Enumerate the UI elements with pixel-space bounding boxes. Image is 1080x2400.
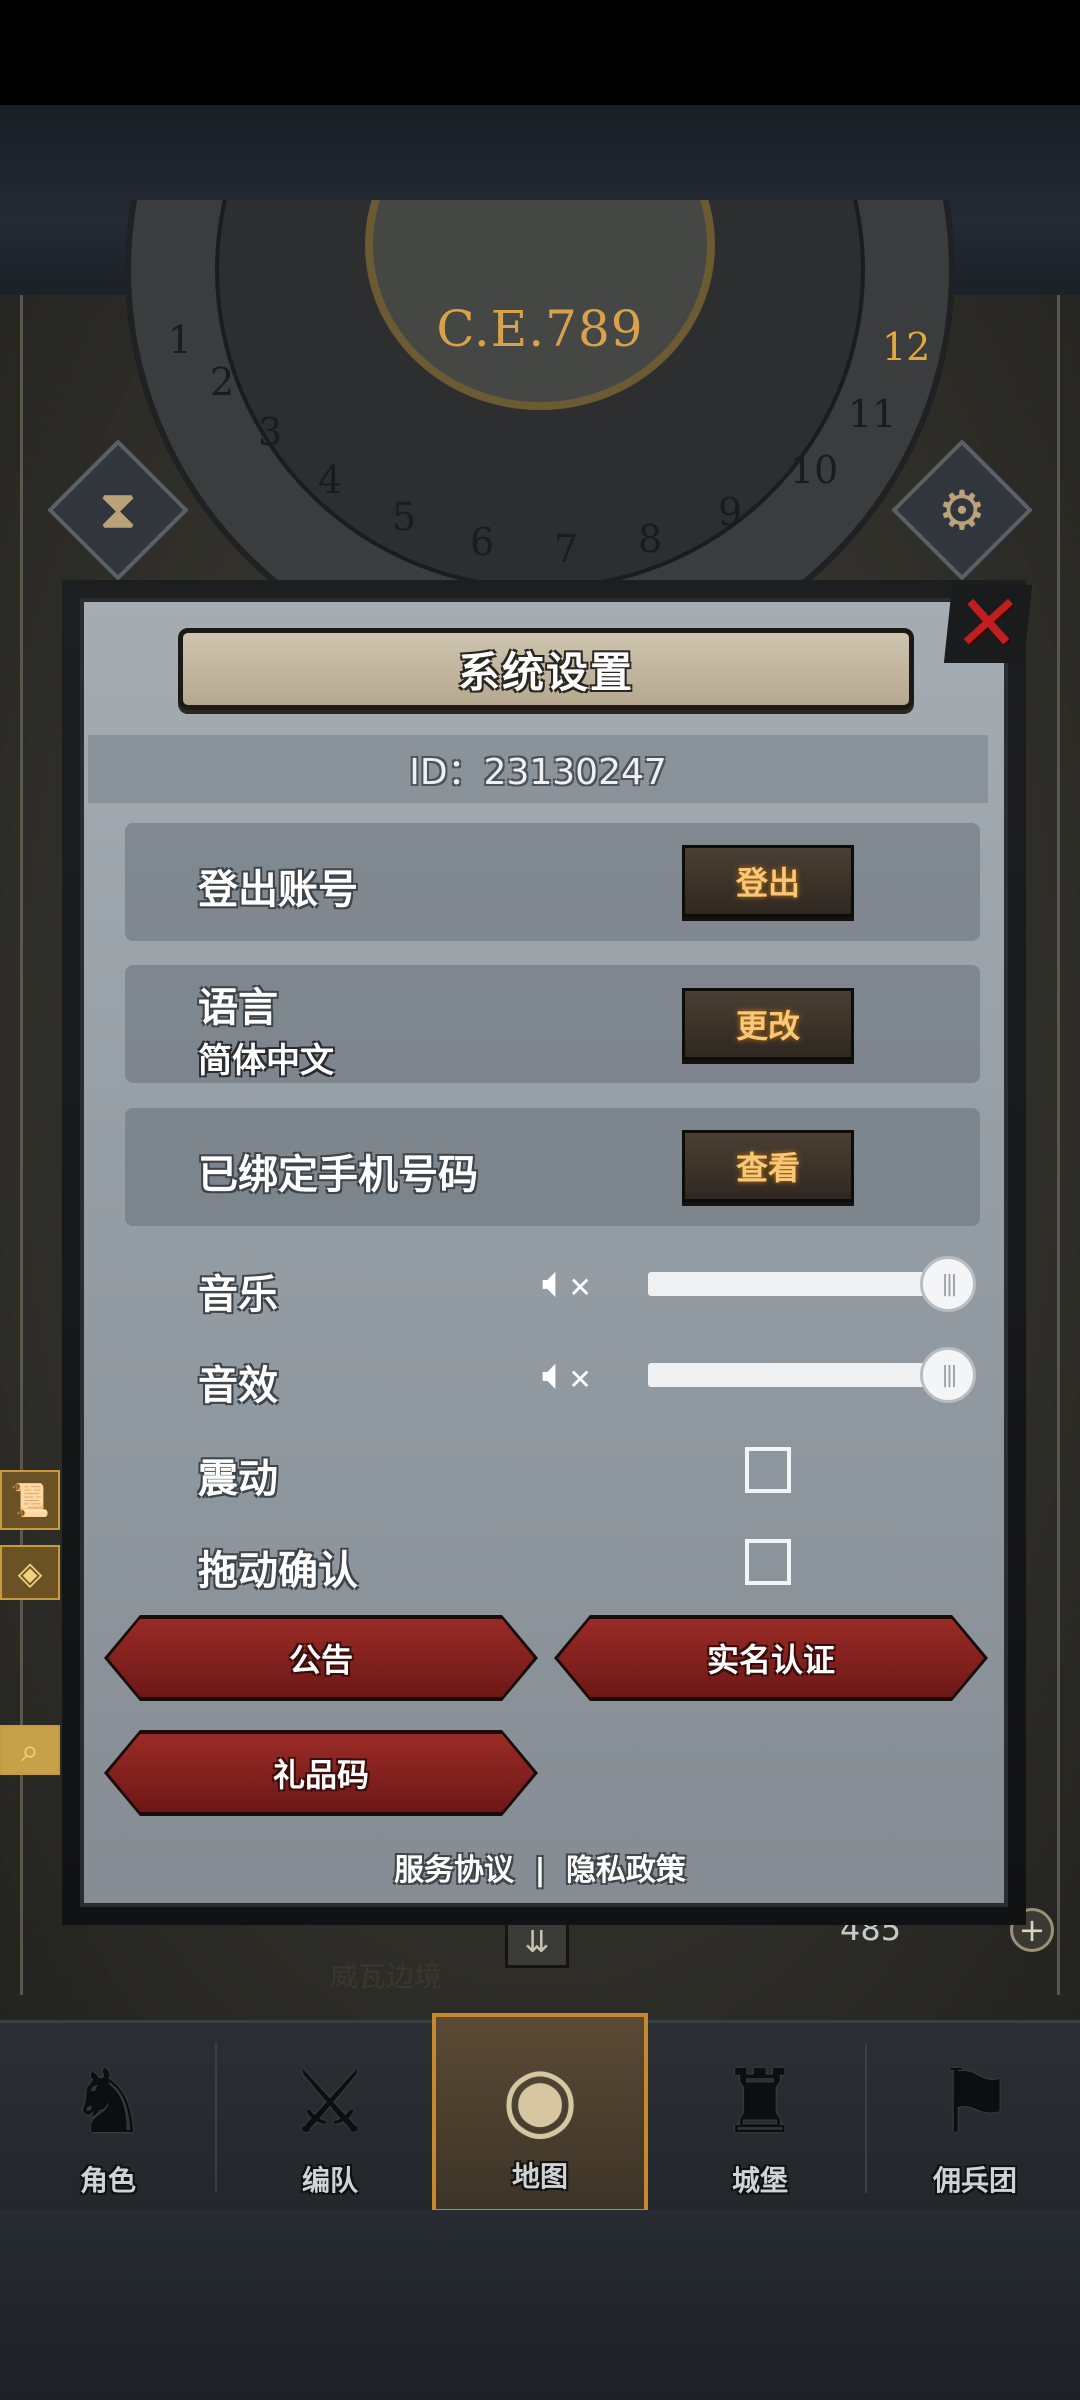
banner-flag-icon: ⚑ [935,2050,1015,2153]
dialog-title: 系统设置 [457,647,634,697]
terms-link[interactable]: 服务协议 [394,1853,514,1888]
player-id-bar: ID：23130247 [88,735,988,803]
dialog-title-banner: 系统设置 [178,628,914,710]
announcement-label: 公告 [288,1641,353,1679]
nav-label: 角色 [79,2164,136,2197]
vibrate-label: 震动 [198,1456,278,1502]
nav-divider [215,2043,217,2193]
nav-label: 地图 [511,2160,568,2193]
close-button[interactable]: ✕ [943,579,1033,669]
gift-code-label: 礼品码 [272,1756,369,1794]
sound-slider[interactable] [648,1363,948,1387]
gear-icon: ⚙ [937,478,987,542]
collapse-button[interactable]: ⇊ [505,1918,569,1968]
nav-label: 编队 [301,2164,358,2197]
sound-slider-thumb[interactable]: ||| [920,1347,976,1403]
region-name: 威瓦边境 [330,1960,443,1993]
logout-button-label: 登出 [735,864,800,902]
nav-item-character[interactable]: ♞ 角色 [8,2023,208,2213]
month-4: 4 [318,458,343,502]
bottom-navigation: ♞ 角色 ⚔ 编队 ◉ 地图 ♜ 城堡 ⚑ 佣兵团 [0,2013,1080,2213]
nav-item-map[interactable]: ◉ 地图 [432,2013,648,2213]
logout-label: 登出账号 [198,867,358,913]
vibrate-checkbox[interactable] [745,1447,791,1493]
nav-label: 城堡 [731,2164,788,2197]
castle-icon: ♜ [720,2050,800,2153]
real-name-label: 实名认证 [706,1641,835,1679]
month-11: 11 [848,392,897,436]
footer-separator: | [534,1853,546,1888]
change-language-label: 更改 [735,1007,800,1045]
nav-item-mercenary[interactable]: ⚑ 佣兵团 [875,2023,1075,2213]
month-10: 10 [790,448,839,492]
month-2: 2 [210,360,235,404]
month-6: 6 [470,520,495,564]
month-3: 3 [258,410,283,454]
month-5: 5 [392,495,417,539]
status-bar [0,0,1080,105]
month-1: 1 [168,318,193,362]
knight-helmet-icon: ♞ [68,2050,148,2153]
drag-confirm-checkbox[interactable] [745,1539,791,1585]
logout-button[interactable]: 登出 [682,845,854,917]
globe-map-icon: ◉ [501,2046,579,2149]
nav-item-squad[interactable]: ⚔ 编队 [230,2023,430,2213]
close-icon: ✕ [950,579,1026,669]
scroll-icon[interactable]: 📜 [0,1470,60,1530]
bottom-safe-area [0,2210,1080,2400]
change-language-button[interactable]: 更改 [682,988,854,1060]
player-id: ID：23130247 [409,752,667,793]
language-value: 简体中文 [198,1041,334,1081]
nav-divider [865,2043,867,2193]
view-phone-button[interactable]: 查看 [682,1130,854,1202]
footer-links: 服务协议 | 隐私政策 [0,1845,1080,1889]
month-9: 9 [718,490,743,534]
music-slider[interactable] [648,1272,948,1296]
view-phone-label: 查看 [735,1149,800,1187]
search-icon[interactable]: ⌕ [0,1725,60,1775]
hourglass-icon: ⧗ [99,478,137,541]
music-slider-thumb[interactable]: ||| [920,1256,976,1312]
gift-code-button[interactable]: 礼品码 [108,1734,534,1812]
nav-label: 佣兵团 [932,2164,1017,2197]
music-label: 音乐 [198,1272,278,1318]
armored-squad-icon: ⚔ [290,2050,370,2153]
real-name-button[interactable]: 实名认证 [558,1619,984,1697]
language-label: 语言 [198,985,278,1031]
compass-icon[interactable]: ◈ [0,1545,60,1600]
month-12: 12 [882,325,931,369]
sound-mute-icon[interactable]: 🔈︎✕ [542,1345,612,1405]
phone-label: 已绑定手机号码 [198,1152,478,1198]
drag-confirm-label: 拖动确认 [198,1548,358,1594]
nav-item-castle[interactable]: ♜ 城堡 [660,2023,860,2213]
music-mute-icon[interactable]: 🔈︎✕ [542,1253,612,1313]
privacy-link[interactable]: 隐私政策 [566,1853,686,1888]
month-7: 7 [554,527,579,571]
announcement-button[interactable]: 公告 [108,1619,534,1697]
sound-label: 音效 [198,1363,278,1409]
month-8: 8 [638,517,663,561]
